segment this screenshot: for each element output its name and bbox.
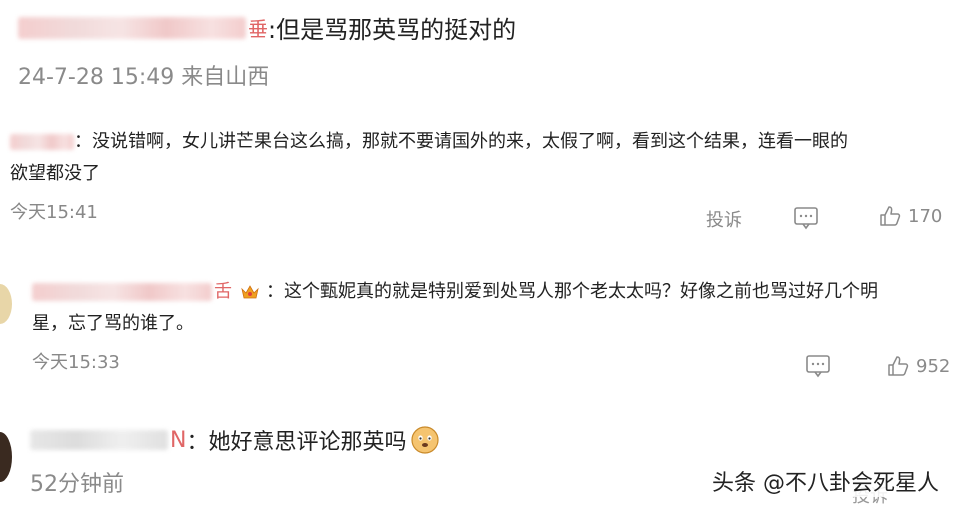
avatar[interactable]	[0, 432, 12, 482]
username-suffix[interactable]: N	[170, 428, 186, 453]
like-button[interactable]: 952	[886, 354, 950, 378]
comment-text: ：没说错啊，女儿讲芒果台这么搞，那就不要请国外的来，太假了啊，看到这个结果，连看…	[74, 131, 848, 152]
watermark: 头条 @不八卦会死星人	[708, 465, 943, 497]
comment-icon	[806, 355, 830, 378]
comment-time: 今天15:41	[10, 202, 98, 223]
comment-button[interactable]	[805, 354, 831, 382]
comment-1: ：没说错啊，女儿讲芒果台这么搞，那就不要请国外的来，太假了啊，看到这个结果，连看…	[10, 126, 970, 224]
avatar[interactable]	[0, 284, 12, 324]
comment-meta: 24-7-28 15:49 来自山西	[18, 65, 270, 90]
comment-text-line2: 欲望都没了	[10, 163, 100, 184]
comment-button[interactable]	[793, 206, 819, 234]
username-suffix[interactable]: 垂	[248, 13, 268, 42]
report-label: 投诉	[706, 210, 742, 231]
username-suffix[interactable]: 舌	[214, 276, 232, 308]
comment-text: :但是骂那英骂的挺对的	[268, 16, 517, 44]
comment-0: 垂 :但是骂那英骂的挺对的 24-7-28 15:49 来自山西	[18, 10, 516, 91]
thumbs-up-icon	[888, 356, 909, 376]
crown-badge-icon	[241, 285, 259, 299]
comment-icon	[794, 207, 818, 230]
like-count: 952	[916, 355, 951, 377]
username-blurred[interactable]	[32, 283, 212, 301]
thumbs-up-icon	[880, 206, 901, 226]
comment-text: ：她好意思评论那英吗	[186, 430, 407, 455]
comment-time: 今天15:33	[32, 352, 120, 373]
comment-2: 舌 ：这个甄妮真的就是特别爱到处骂人那个老太太吗？好像之前也骂过好几个明 星，忘…	[32, 276, 972, 374]
comment-text-line2: 星，忘了骂的谁了。	[32, 313, 194, 334]
report-button[interactable]: 投诉	[706, 206, 742, 232]
comment-text: ：这个甄妮真的就是特别爱到处骂人那个老太太吗？好像之前也骂过好几个明	[266, 281, 878, 302]
username-blurred[interactable]	[10, 134, 74, 150]
doge-emoji-icon	[411, 426, 440, 454]
like-count: 170	[908, 205, 943, 227]
username-blurred[interactable]	[30, 430, 168, 450]
username-blurred[interactable]	[18, 16, 246, 39]
like-button[interactable]: 170	[878, 204, 942, 228]
